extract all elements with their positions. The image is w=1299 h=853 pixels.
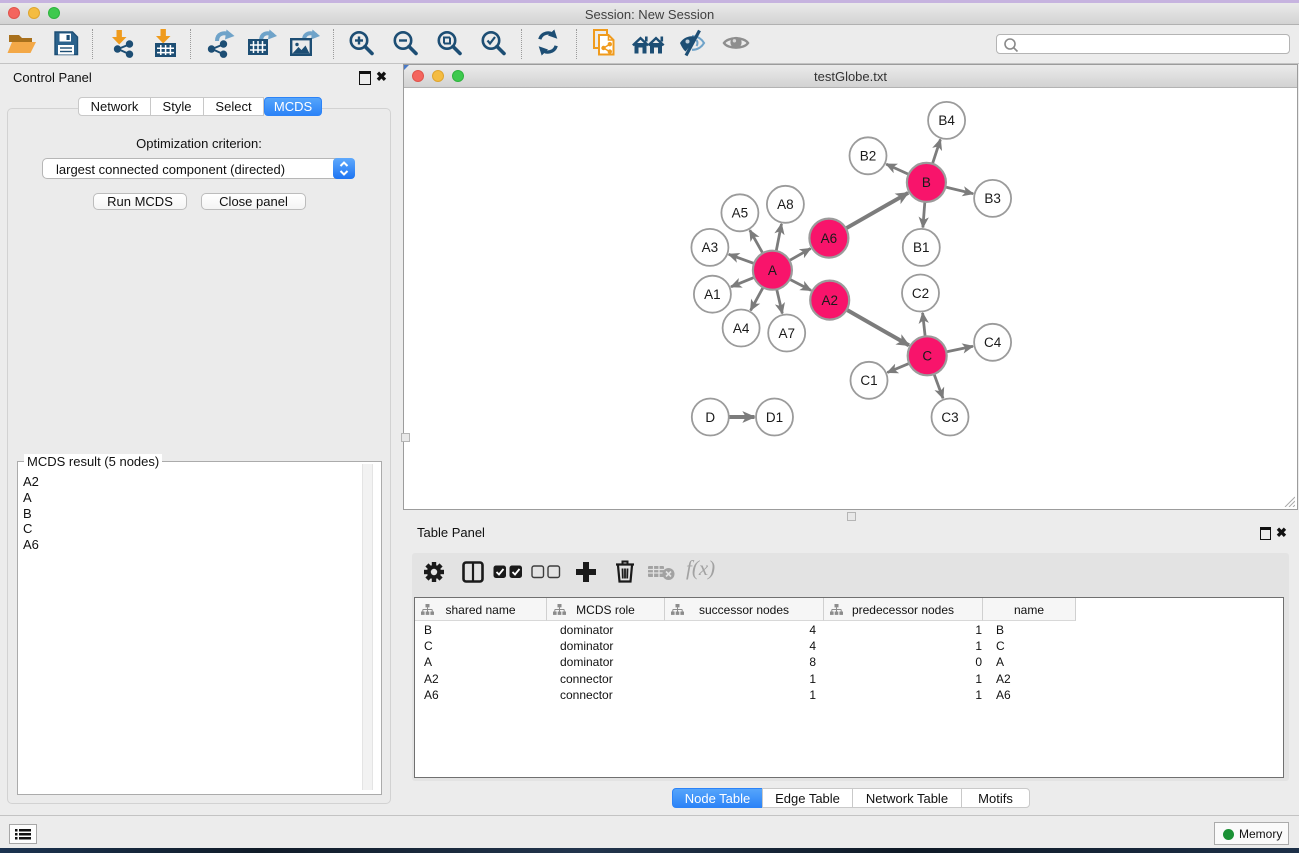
svg-text:D: D [705,410,715,425]
svg-text:A7: A7 [778,326,795,341]
svg-text:C2: C2 [912,286,929,301]
svg-text:A2: A2 [821,293,838,308]
svg-text:A4: A4 [733,321,750,336]
svg-text:A1: A1 [704,287,721,302]
svg-text:C: C [922,349,932,364]
svg-text:A: A [768,263,777,278]
svg-text:B4: B4 [938,113,955,128]
svg-text:A3: A3 [702,240,719,255]
svg-text:D1: D1 [766,410,783,425]
svg-text:A8: A8 [777,197,794,212]
svg-text:C3: C3 [941,410,958,425]
svg-text:A5: A5 [732,206,749,221]
svg-text:A6: A6 [821,231,838,246]
svg-text:C4: C4 [984,335,1002,350]
svg-text:B3: B3 [984,191,1001,206]
svg-text:B: B [922,175,931,190]
svg-text:B2: B2 [860,149,877,164]
svg-text:B1: B1 [913,240,930,255]
svg-text:C1: C1 [860,373,877,388]
